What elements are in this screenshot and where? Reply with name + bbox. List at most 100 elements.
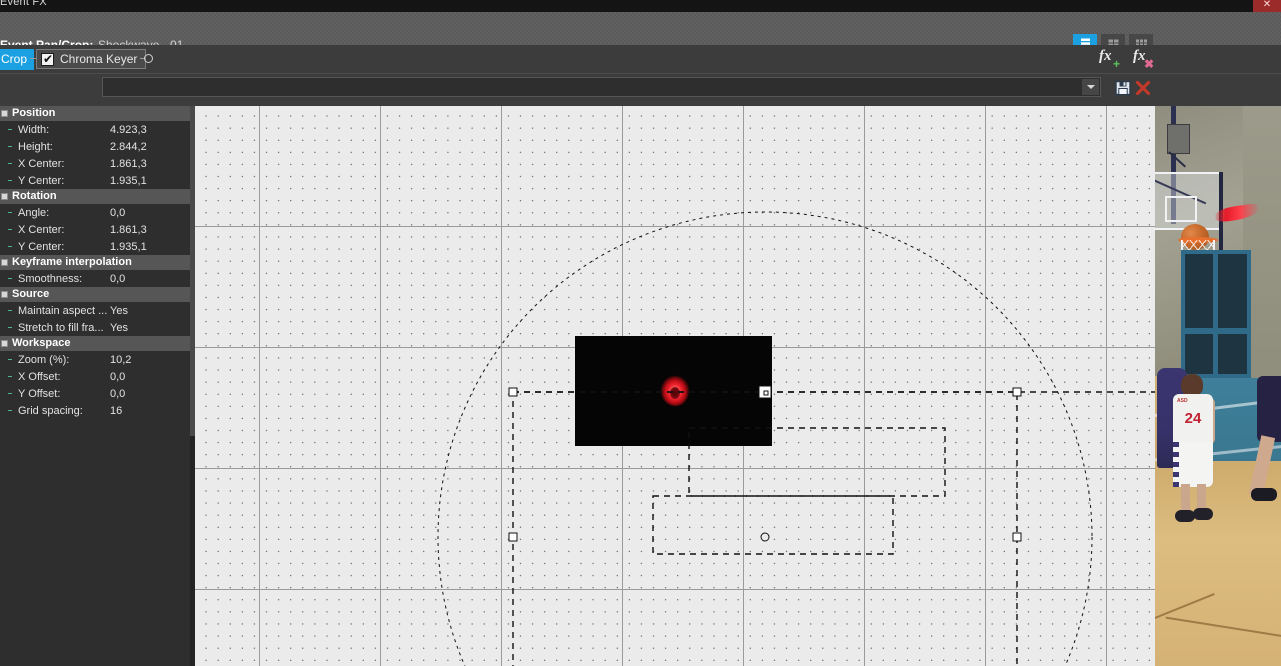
bullet-icon — [8, 180, 12, 181]
prop-value[interactable]: 1.861,3 — [110, 224, 147, 236]
player-shorts — [1173, 442, 1213, 487]
collapse-icon[interactable] — [1, 340, 8, 347]
player-shoe-right — [1193, 508, 1213, 520]
delete-preset-button[interactable] — [1133, 78, 1153, 98]
prop-label: Smoothness: — [18, 272, 83, 285]
prop-row-angle[interactable]: Angle: 0,0 — [0, 204, 190, 221]
window-close-button[interactable]: ✕ — [1253, 0, 1281, 12]
prop-row-width[interactable]: Width: 4.923,3 — [0, 121, 190, 138]
collapse-icon[interactable] — [1, 193, 8, 200]
cross-icon: ✖ — [1143, 57, 1154, 71]
properties-panel[interactable]: Position Width: 4.923,3 Height: 2.844,2 … — [0, 106, 190, 666]
prop-label: Y Offset: — [18, 387, 61, 400]
prop-row-rot-x-center[interactable]: X Center: 1.861,3 — [0, 221, 190, 238]
prop-row-stretch-to-fill[interactable]: Stretch to fill fra... Yes — [0, 319, 190, 336]
event-pan-crop-header: Event Pan/Crop: Shockwave - 01 — [0, 12, 1281, 52]
group-title: Position — [12, 107, 56, 119]
prop-row-grid-spacing[interactable]: Grid spacing: 16 — [0, 402, 190, 419]
group-header-keyframe-interpolation[interactable]: Keyframe interpolation — [0, 255, 190, 270]
prop-label: Maintain aspect ... — [18, 304, 108, 317]
prop-row-smoothness[interactable]: Smoothness: 0,0 — [0, 270, 190, 287]
gym-door-divider — [1213, 250, 1218, 378]
prop-row-maintain-aspect[interactable]: Maintain aspect ... Yes — [0, 302, 190, 319]
fx-tools-group: fx + fx ✖ — [1099, 48, 1154, 71]
prop-label: Y Center: — [18, 240, 65, 253]
preset-combobox[interactable] — [102, 77, 1101, 97]
prop-label: Zoom (%): — [18, 353, 70, 366]
remove-plugin-button[interactable]: fx ✖ — [1133, 48, 1154, 71]
player-shoe-left — [1175, 510, 1195, 522]
prop-label: Height: — [18, 140, 53, 153]
bullet-icon — [8, 246, 12, 247]
window-title: Event FX — [0, 0, 47, 8]
prop-row-height[interactable]: Height: 2.844,2 — [0, 138, 190, 155]
prop-row-zoom[interactable]: Zoom (%): 10,2 — [0, 351, 190, 368]
prop-value[interactable]: Yes — [110, 305, 128, 317]
prop-value[interactable]: 0,0 — [110, 371, 125, 383]
prop-value[interactable]: 1.861,3 — [110, 158, 147, 170]
player-jersey: ASD 24 — [1173, 394, 1213, 446]
bullet-icon — [8, 410, 12, 411]
prop-value[interactable]: 0,0 — [110, 207, 125, 219]
far-player-shoe — [1251, 488, 1277, 501]
video-preview-pane[interactable]: ASD 24 — [1155, 106, 1281, 666]
prop-value[interactable]: 0,0 — [110, 388, 125, 400]
far-player-body — [1257, 376, 1281, 442]
jersey-number: 24 — [1184, 410, 1202, 427]
bullet-icon — [8, 310, 12, 311]
collapse-icon[interactable] — [1, 110, 8, 117]
group-title: Rotation — [12, 190, 57, 202]
prop-row-y-offset[interactable]: Y Offset: 0,0 — [0, 385, 190, 402]
prop-value[interactable]: 2.844,2 — [110, 141, 147, 153]
shockwave-center — [670, 387, 680, 399]
bullet-icon — [8, 393, 12, 394]
collapse-icon[interactable] — [1, 291, 8, 298]
bullet-icon — [8, 376, 12, 377]
window-titlebar: Event FX ✕ — [0, 0, 1281, 12]
add-plugin-button[interactable]: fx + — [1099, 48, 1120, 71]
bullet-icon — [8, 229, 12, 230]
tab-crop[interactable]: Crop — [0, 49, 35, 70]
bullet-icon — [8, 163, 12, 164]
prop-value[interactable]: 16 — [110, 405, 122, 417]
prop-label: Grid spacing: — [18, 404, 83, 417]
plus-icon: + — [1112, 57, 1120, 71]
prop-label: Stretch to fill fra... — [18, 321, 104, 334]
prop-label: X Center: — [18, 223, 65, 236]
bullet-icon — [8, 146, 12, 147]
prop-label: Width: — [18, 123, 50, 136]
bullet-icon — [8, 129, 12, 130]
prop-value[interactable]: 0,0 — [110, 273, 125, 285]
bullet-icon — [8, 278, 12, 279]
bullet-icon — [8, 212, 12, 213]
fx-plugin-chroma-keyer[interactable]: Chroma Keyer — [36, 49, 147, 69]
collapse-icon[interactable] — [1, 259, 8, 266]
prop-value[interactable]: 1.935,1 — [110, 241, 147, 253]
group-header-rotation[interactable]: Rotation — [0, 189, 190, 204]
group-header-position[interactable]: Position — [0, 106, 190, 121]
group-title: Source — [12, 288, 50, 300]
prop-row-x-offset[interactable]: X Offset: 0,0 — [0, 368, 190, 385]
save-preset-button[interactable] — [1113, 78, 1133, 98]
group-header-workspace[interactable]: Workspace — [0, 336, 190, 351]
chain-endpoint-icon — [144, 54, 153, 63]
prop-row-y-center[interactable]: Y Center: 1.935,1 — [0, 172, 190, 189]
jersey-team-text: ASD — [1177, 398, 1188, 404]
source-video-frame — [575, 336, 772, 446]
prop-value[interactable]: Yes — [110, 322, 128, 334]
bullet-icon — [8, 327, 12, 328]
group-header-source[interactable]: Source — [0, 287, 190, 302]
close-x-icon — [1135, 80, 1151, 96]
prop-row-rot-y-center[interactable]: Y Center: 1.935,1 — [0, 238, 190, 255]
player-head — [1181, 374, 1203, 396]
prop-value[interactable]: 10,2 — [110, 354, 131, 366]
fx-icon: fx — [1099, 48, 1112, 64]
floppy-disk-icon — [1115, 80, 1131, 96]
chevron-down-icon[interactable] — [1082, 79, 1099, 95]
prop-value[interactable]: 4.923,3 — [110, 124, 147, 136]
prop-value[interactable]: 1.935,1 — [110, 175, 147, 187]
backboard-inner-square — [1165, 196, 1197, 222]
pan-crop-canvas[interactable] — [195, 106, 1155, 666]
fx-enable-checkbox[interactable] — [41, 52, 54, 66]
prop-row-x-center[interactable]: X Center: 1.861,3 — [0, 155, 190, 172]
